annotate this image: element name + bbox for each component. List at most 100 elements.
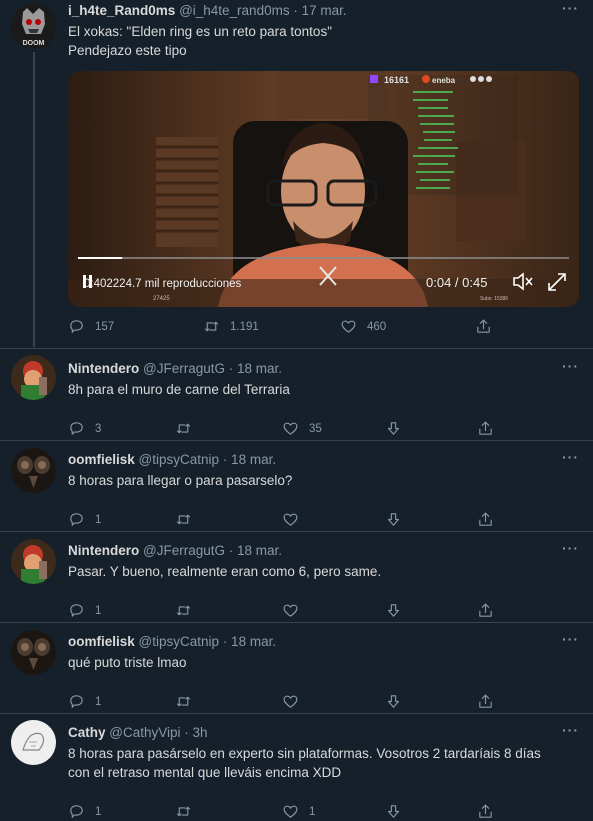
retweet-button[interactable] xyxy=(175,693,202,710)
share-button[interactable] xyxy=(477,420,494,437)
tweet-header: i_h4te_Rand0ms @i_h4te_rand0ms · 17 mar. xyxy=(68,3,347,18)
share-button[interactable] xyxy=(477,803,494,820)
display-name[interactable]: Nintendero xyxy=(68,543,139,558)
share-button[interactable] xyxy=(477,511,494,528)
reply-icon xyxy=(70,695,83,708)
avatar[interactable] xyxy=(11,539,56,584)
progress-track[interactable] xyxy=(78,257,569,259)
retweet-button[interactable] xyxy=(175,803,202,820)
character-avatar-icon xyxy=(11,355,56,400)
reply-count: 3 xyxy=(95,422,102,435)
retweet-button[interactable] xyxy=(175,511,202,528)
avatar[interactable]: DOOM xyxy=(11,4,56,49)
reply-button[interactable]: 3 xyxy=(68,420,101,437)
more-options-button[interactable]: ··· xyxy=(562,722,579,738)
timestamp[interactable]: · 3h xyxy=(184,725,207,740)
reply-icon xyxy=(70,805,83,818)
tweet-text: 8 horas para llegar o para pasarselo? xyxy=(68,473,293,488)
timestamp[interactable]: · 18 mar. xyxy=(223,452,276,467)
display-name[interactable]: Nintendero xyxy=(68,361,139,376)
stat-left: 27425 xyxy=(153,296,170,302)
handle[interactable]: @JFerragutG xyxy=(143,361,225,376)
action-bar: 157 1.191 460 xyxy=(68,318,498,338)
tweet-text: 8 horas para pasárselo en experto sin pl… xyxy=(68,746,541,780)
eneba-logo-icon xyxy=(422,75,430,83)
retweet-icon xyxy=(204,321,219,332)
reply-count: 157 xyxy=(95,320,115,333)
avatar[interactable] xyxy=(11,448,56,493)
like-button[interactable] xyxy=(282,511,309,528)
heart-icon xyxy=(283,513,298,526)
reply-button[interactable]: 157 xyxy=(68,318,114,335)
like-button[interactable] xyxy=(282,602,309,619)
tweet-header: oomfielisk @tipsyCatnip · 18 mar. xyxy=(68,452,276,467)
viewer-count: 16161 xyxy=(384,75,409,85)
share-icon xyxy=(479,603,492,617)
avatar[interactable] xyxy=(11,720,56,765)
downvote-button[interactable] xyxy=(385,803,402,820)
timestamp[interactable]: · 18 mar. xyxy=(223,634,276,649)
share-button[interactable] xyxy=(475,318,492,335)
like-button[interactable]: 35 xyxy=(282,420,322,437)
avatar[interactable] xyxy=(11,355,56,400)
handle[interactable]: @tipsyCatnip xyxy=(139,634,220,649)
retweet-button[interactable] xyxy=(175,420,202,437)
downvote-arrow-icon xyxy=(387,805,400,818)
retweet-button[interactable] xyxy=(175,602,202,619)
reply-icon xyxy=(70,513,83,526)
like-count: 35 xyxy=(309,422,322,435)
more-options-button[interactable]: ··· xyxy=(562,358,579,374)
handle[interactable]: @tipsyCatnip xyxy=(139,452,220,467)
like-button[interactable] xyxy=(282,693,309,710)
action-bar: 1 xyxy=(68,511,498,531)
retweet-icon xyxy=(176,514,191,525)
timestamp[interactable]: · 18 mar. xyxy=(229,361,282,376)
tweet-header: oomfielisk @tipsyCatnip · 18 mar. xyxy=(68,634,276,649)
more-options-button[interactable]: ··· xyxy=(562,631,579,647)
downvote-arrow-icon xyxy=(387,422,400,435)
handle[interactable]: @CathyVipi xyxy=(109,725,180,740)
share-button[interactable] xyxy=(477,602,494,619)
like-button[interactable]: 1 xyxy=(282,803,315,820)
more-options-button[interactable]: ··· xyxy=(562,449,579,465)
action-bar: 1 xyxy=(68,602,498,622)
tweet-header: Nintendero @JFerragutG · 18 mar. xyxy=(68,543,282,558)
more-options-button[interactable]: ··· xyxy=(562,540,579,556)
like-button[interactable]: 460 xyxy=(340,318,386,335)
stat-right: Subs: 15386 xyxy=(480,296,508,302)
downvote-button[interactable] xyxy=(385,420,402,437)
reply-button[interactable]: 1 xyxy=(68,693,101,710)
tweet-reply[interactable]: Nintendero @JFerragutG · 18 mar. ··· 8h pa… xyxy=(0,349,593,440)
reply-count: 1 xyxy=(95,695,102,708)
retweet-button[interactable]: 1.191 xyxy=(203,318,259,335)
tweet-header: Cathy @CathyVipi · 3h xyxy=(68,725,208,740)
retweet-icon xyxy=(176,806,191,817)
tweet-text: qué puto triste lmao xyxy=(68,655,187,670)
twitch-icon xyxy=(370,75,378,83)
tweet-reply[interactable]: Cathy @CathyVipi · 3h ··· 8 horas para pas… xyxy=(0,713,593,821)
display-name[interactable]: i_h4te_Rand0ms xyxy=(68,3,175,18)
tweet-reply[interactable]: Nintendero @JFerragutG · 18 mar. ··· Pasar… xyxy=(0,531,593,622)
downvote-button[interactable] xyxy=(385,693,402,710)
tweet-reply[interactable]: oomfielisk @tipsyCatnip · 18 mar. ··· qué … xyxy=(0,622,593,713)
timestamp[interactable]: · 17 mar. xyxy=(293,3,346,18)
handle[interactable]: @i_h4te_rand0ms xyxy=(179,3,290,18)
reply-button[interactable]: 1 xyxy=(68,602,101,619)
video-player[interactable]: 16161 eneba 27425 Subs: 15386 0:402224.7… xyxy=(68,71,579,307)
timestamp[interactable]: · 18 mar. xyxy=(229,543,282,558)
share-button[interactable] xyxy=(477,693,494,710)
more-options-button[interactable]: ··· xyxy=(562,0,579,16)
reply-icon xyxy=(70,604,83,617)
downvote-button[interactable] xyxy=(385,511,402,528)
reply-button[interactable]: 1 xyxy=(68,511,101,528)
display-name[interactable]: Cathy xyxy=(68,725,106,740)
display-name[interactable]: oomfielisk xyxy=(68,634,135,649)
display-name[interactable]: oomfielisk xyxy=(68,452,135,467)
downvote-button[interactable] xyxy=(385,602,402,619)
tweet-reply[interactable]: oomfielisk @tipsyCatnip · 18 mar. ··· 8 ho… xyxy=(0,440,593,531)
reply-button[interactable]: 1 xyxy=(68,803,101,820)
avatar[interactable] xyxy=(11,630,56,675)
downvote-arrow-icon xyxy=(387,695,400,708)
tweet-main[interactable]: DOOM i_h4te_Rand0ms @i_h4te_rand0ms · 17… xyxy=(0,0,593,348)
handle[interactable]: @JFerragutG xyxy=(143,543,225,558)
